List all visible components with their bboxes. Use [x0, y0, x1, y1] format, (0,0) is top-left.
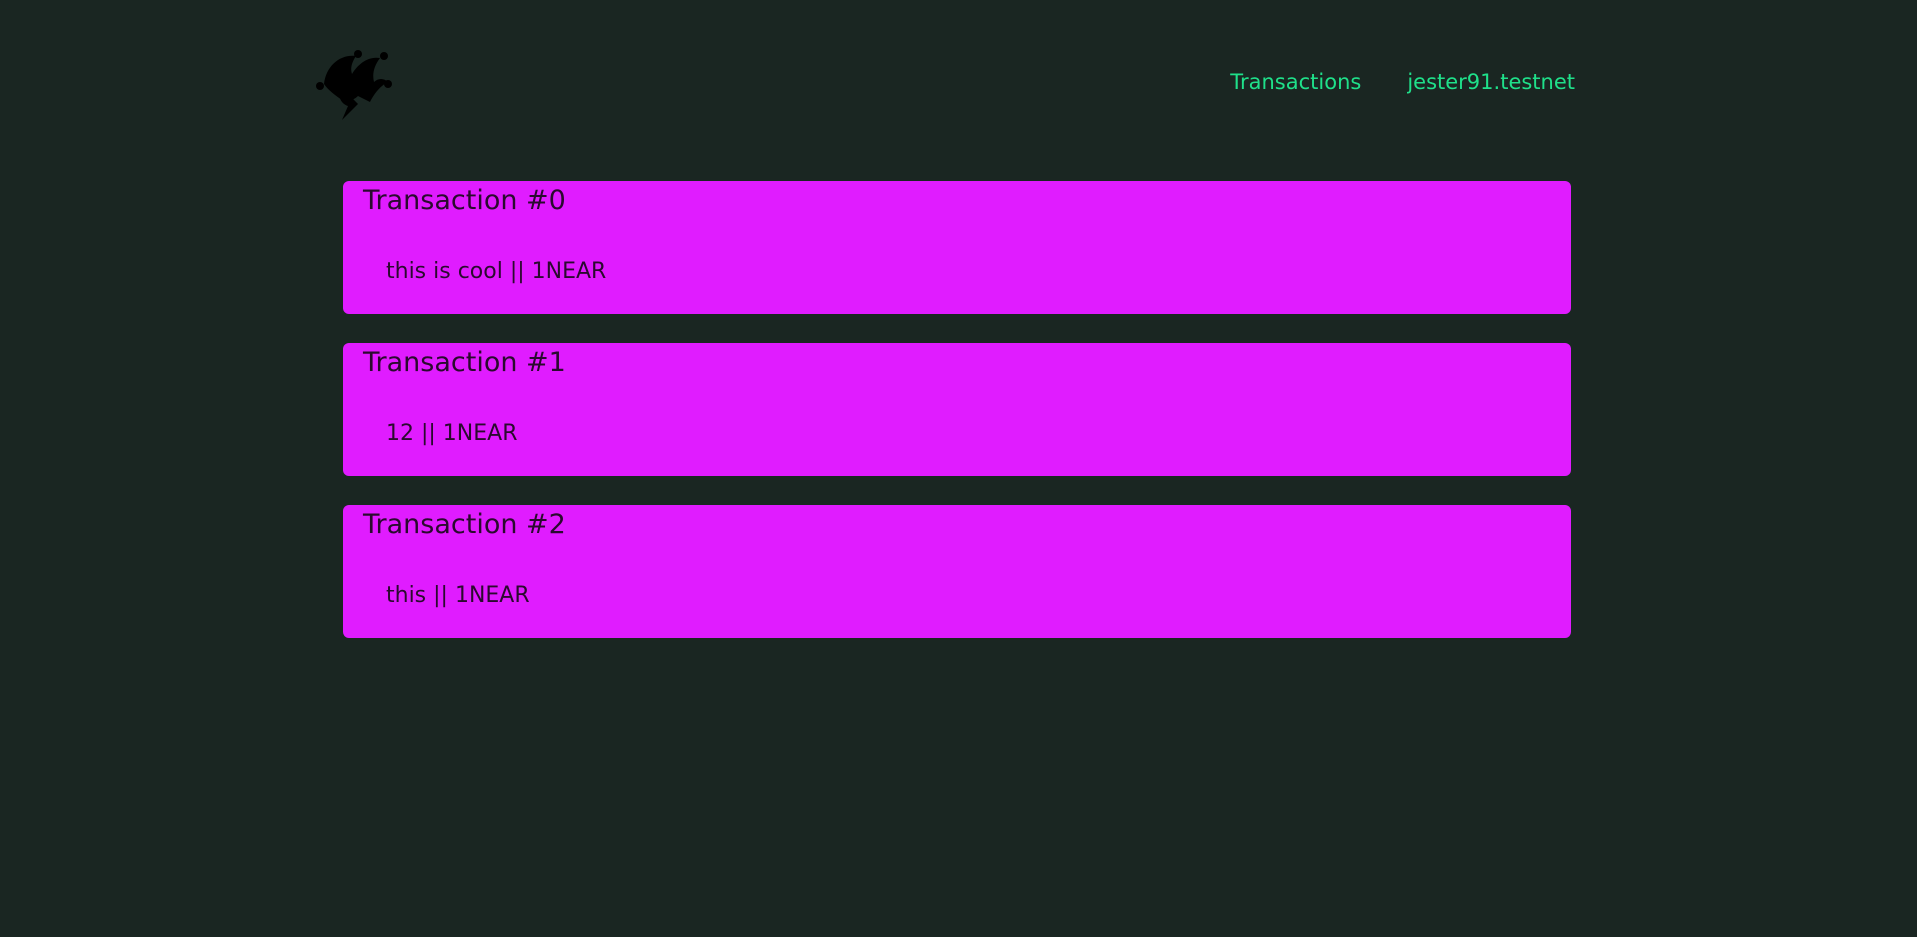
transaction-card: Transaction #1 12 || 1NEAR [343, 343, 1571, 476]
transaction-message: this is cool || 1NEAR [386, 259, 607, 284]
nav-link-account[interactable]: jester91.testnet [1407, 70, 1575, 94]
transaction-title: Transaction #0 [363, 185, 566, 216]
transaction-message: 12 || 1NEAR [386, 421, 518, 446]
transaction-title: Transaction #2 [363, 509, 566, 540]
transaction-title: Transaction #1 [363, 347, 566, 378]
transaction-list: Transaction #0 this is cool || 1NEAR Tra… [343, 181, 1571, 667]
top-header: Transactions jester91.testnet [0, 0, 1917, 140]
transaction-card: Transaction #0 this is cool || 1NEAR [343, 181, 1571, 314]
nav-link-transactions[interactable]: Transactions [1230, 70, 1361, 94]
page: Transactions jester91.testnet Transactio… [0, 0, 1917, 937]
top-nav: Transactions jester91.testnet [1230, 70, 1575, 94]
transaction-card: Transaction #2 this || 1NEAR [343, 505, 1571, 638]
jester-hat-icon[interactable] [314, 44, 392, 122]
jester-logo-svg [316, 50, 392, 120]
transaction-message: this || 1NEAR [386, 583, 530, 608]
